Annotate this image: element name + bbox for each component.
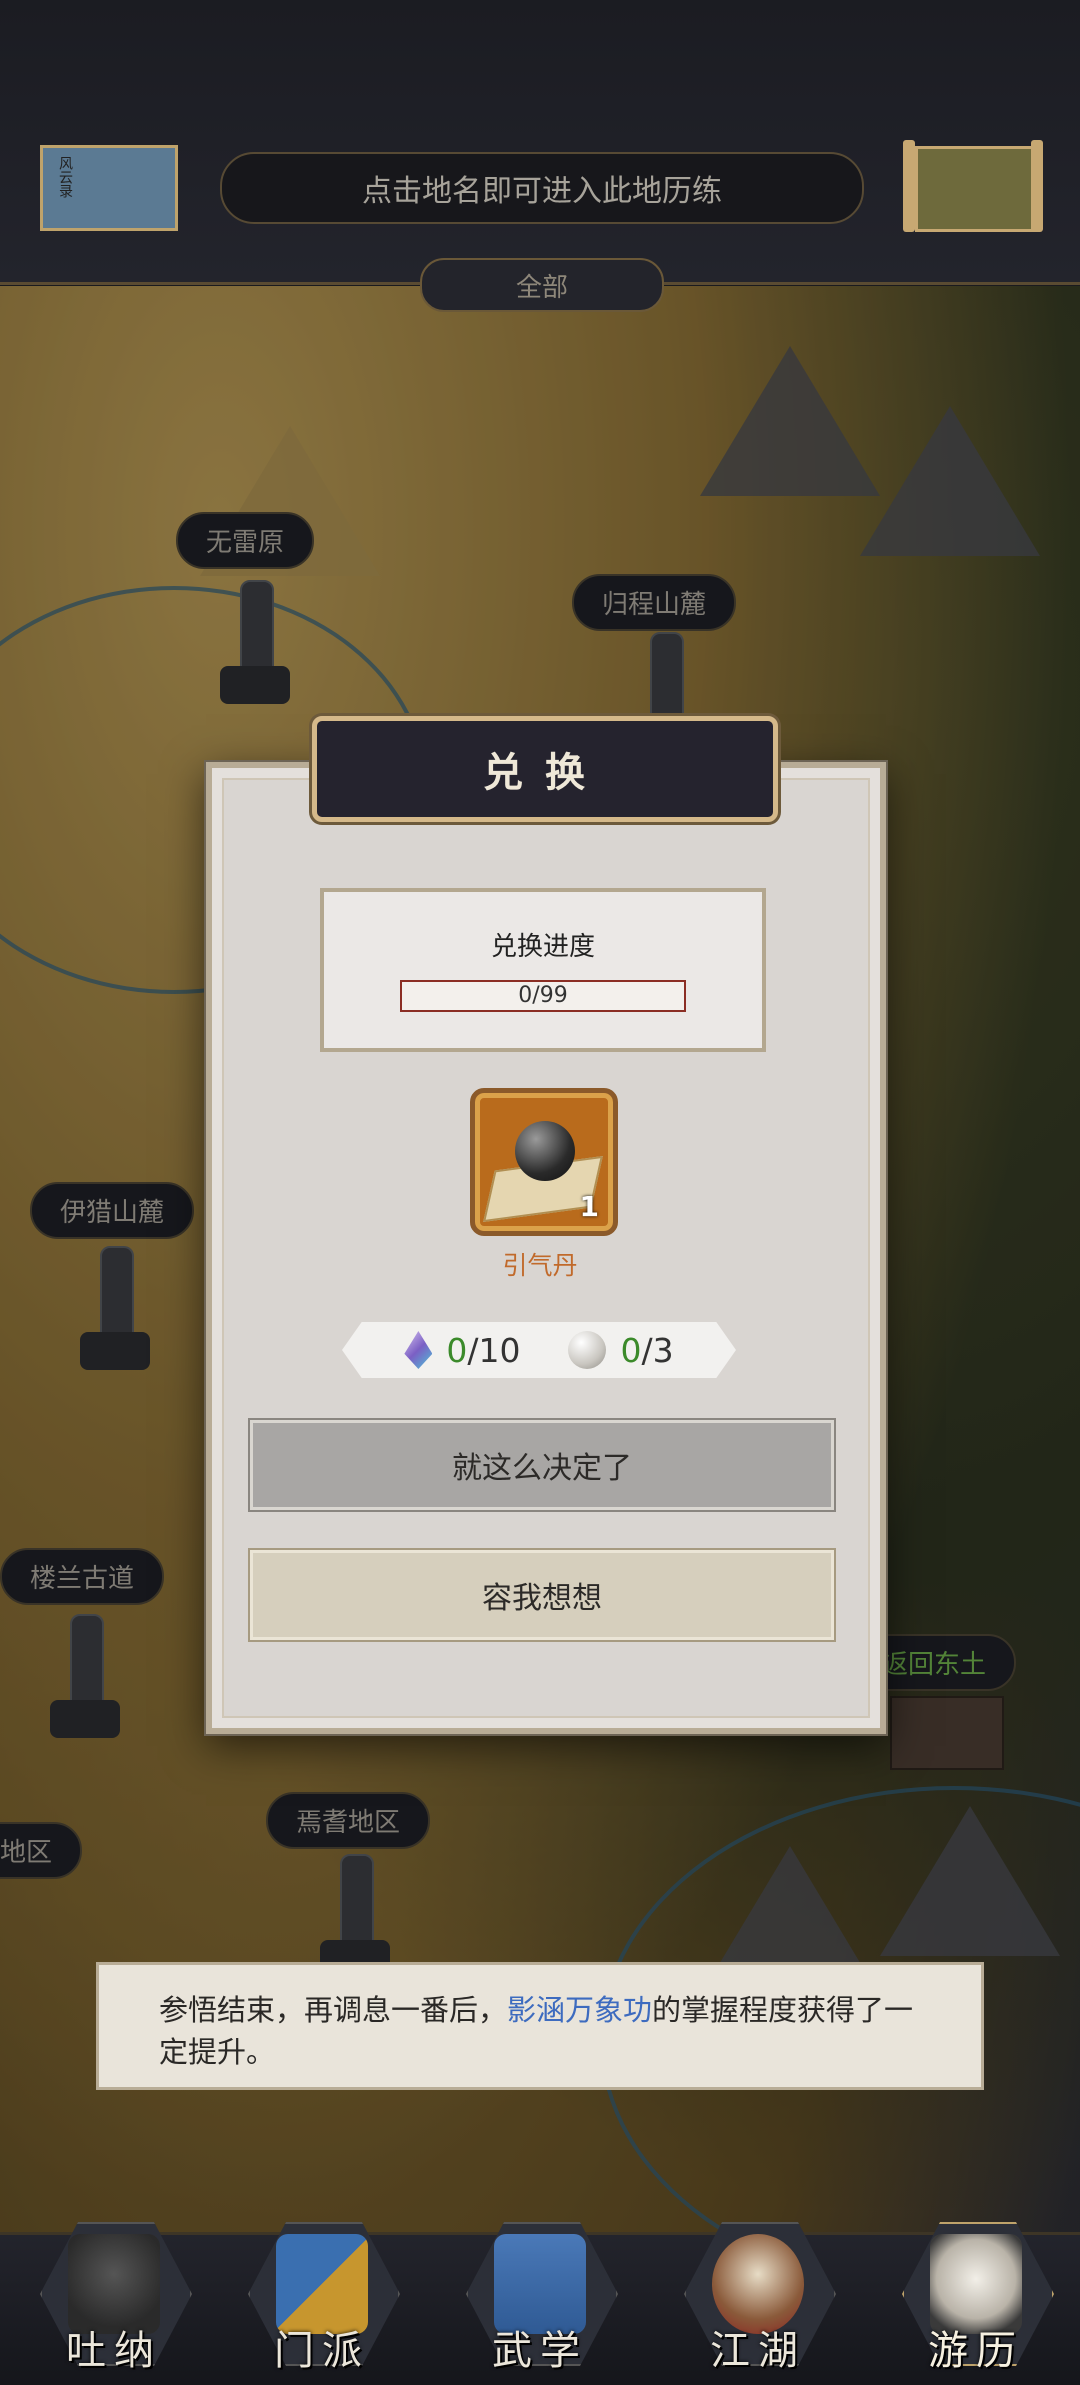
reward-item-slot[interactable]: 1	[470, 1088, 618, 1236]
pearl-have: 0	[620, 1330, 642, 1370]
nav-tab-travel[interactable]: 游历	[886, 2200, 1066, 2382]
gem-need: /10	[467, 1330, 521, 1370]
dialog-title: 兑换	[312, 716, 778, 822]
region-label[interactable]: 伊猎山麓	[30, 1182, 195, 1239]
confirm-button[interactable]: 就这么决定了	[250, 1420, 834, 1510]
nav-tab-jianghu[interactable]: 江湖	[668, 2200, 848, 2382]
black-pill-icon	[515, 1121, 575, 1181]
nav-tab-label: 江湖	[710, 2328, 806, 2374]
exchange-progress-card: 兑换进度 0/99	[320, 888, 766, 1052]
pearl-icon	[568, 1331, 607, 1369]
nav-tab-sect[interactable]: 门派	[232, 2200, 412, 2382]
village-icon[interactable]	[890, 1696, 1004, 1770]
cost-bar: 0/10 0/3	[342, 1322, 736, 1378]
nav-tab-label: 武学	[492, 2328, 588, 2374]
message-skill-name: 影涵万象功	[507, 1993, 653, 2027]
nav-tab-label: 吐纳	[66, 2328, 162, 2374]
nav-tab-label: 门派	[274, 2328, 370, 2374]
monument-icon[interactable]	[220, 580, 290, 710]
nav-tab-martial[interactable]: 武学	[450, 2200, 630, 2382]
filter-tab-all[interactable]: 全部	[420, 258, 664, 312]
region-label[interactable]: 地区	[0, 1822, 83, 1879]
nav-tab-label: 游历	[928, 2328, 1024, 2374]
monument-icon[interactable]	[80, 1246, 150, 1376]
region-label[interactable]: 归程山麓	[572, 574, 737, 631]
pearl-need: /3	[641, 1330, 674, 1370]
item-name: 引气丹	[502, 1251, 578, 1280]
chronicle-thumbnail[interactable]: 风云录	[40, 145, 178, 231]
progress-label: 兑换进度	[490, 932, 595, 962]
hint-banner: 点击地名即可进入此地历练	[220, 152, 864, 224]
item-count: 1	[579, 1190, 599, 1223]
region-label[interactable]: 无雷原	[176, 512, 315, 569]
message-prefix: 参悟结束，再调息一番后，	[159, 1993, 508, 2027]
region-label[interactable]: 楼兰古道	[0, 1548, 165, 1605]
nav-tab-tuna[interactable]: 吐纳	[24, 2200, 204, 2382]
chronicle-thumbnail-text: 风云录	[57, 156, 73, 198]
crystal-gem-icon	[404, 1331, 433, 1369]
monument-icon[interactable]	[50, 1614, 120, 1744]
progress-bar: 0/99	[400, 980, 686, 1012]
progress-text: 0/99	[518, 983, 568, 1008]
region-label[interactable]: 焉耆地区	[266, 1792, 431, 1849]
gem-have: 0	[446, 1330, 468, 1370]
cancel-button[interactable]: 容我想想	[250, 1550, 834, 1640]
system-message: 参悟结束，再调息一番后，影涵万象功的掌握程度获得了一定提升。	[96, 1962, 984, 2090]
world-map-scroll-icon[interactable]	[903, 140, 1043, 232]
